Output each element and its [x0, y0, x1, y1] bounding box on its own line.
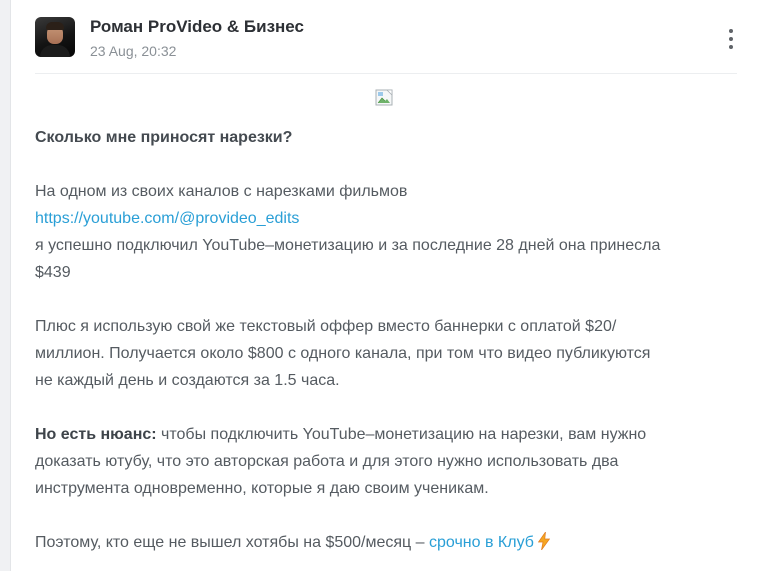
- text-line: миллион. Получается около $800 с одного …: [35, 345, 651, 362]
- club-link[interactable]: срочно в Клуб: [429, 534, 534, 551]
- post-title: Сколько мне приносят нарезки?: [35, 129, 293, 146]
- text-line: Плюс я использую свой же текстовый оффер…: [35, 318, 617, 335]
- post-date: 23 Aug, 20:32: [90, 43, 177, 59]
- text-line: я успешно подключил YouTube–монетизацию …: [35, 237, 661, 254]
- broken-image-icon: [375, 89, 393, 106]
- paragraph-nuance: Но есть нюанс: чтобы подключить YouTube–…: [35, 421, 735, 502]
- nuance-label: Но есть нюанс:: [35, 426, 157, 443]
- author-avatar[interactable]: [35, 17, 75, 57]
- text-line: инструмента одновременно, которые я даю …: [35, 480, 489, 497]
- paragraph-offer: Плюс я использую свой же текстовый оффер…: [35, 313, 735, 394]
- author-name[interactable]: Роман ProVideo & Бизнес: [90, 17, 304, 37]
- channel-link[interactable]: https://youtube.com/@provideo_edits: [35, 210, 299, 227]
- text-line: доказать ютубу, что это авторская работа…: [35, 453, 619, 470]
- text-line: На одном из своих каналов с нарезками фи…: [35, 183, 408, 200]
- text-line: чтобы подключить YouTube–монетизацию на …: [156, 426, 647, 443]
- menu-dot: [729, 37, 733, 41]
- text-line: $439: [35, 264, 71, 281]
- header-divider: [35, 73, 737, 74]
- paragraph-cta: Поэтому, кто еще не вышел хотябы на $500…: [35, 529, 735, 556]
- post-card: Роман ProVideo & Бизнес 23 Aug, 20:32 Ск…: [10, 0, 761, 571]
- paragraph-earnings: На одном из своих каналов с нарезками фи…: [35, 178, 735, 286]
- text-line: не каждый день и создаются за 1.5 часа.: [35, 372, 340, 389]
- menu-dot: [729, 45, 733, 49]
- avatar-hair-shape: [46, 22, 64, 30]
- avatar-body-shape: [40, 45, 70, 57]
- lightning-emoji-icon: [537, 532, 550, 550]
- menu-dot: [729, 29, 733, 33]
- post-content: Сколько мне приносят нарезки? На одном и…: [35, 124, 735, 556]
- post-header: Роман ProVideo & Бизнес 23 Aug, 20:32: [11, 0, 761, 75]
- more-vertical-icon[interactable]: [725, 28, 737, 50]
- cta-text: Поэтому, кто еще не вышел хотябы на $500…: [35, 534, 429, 551]
